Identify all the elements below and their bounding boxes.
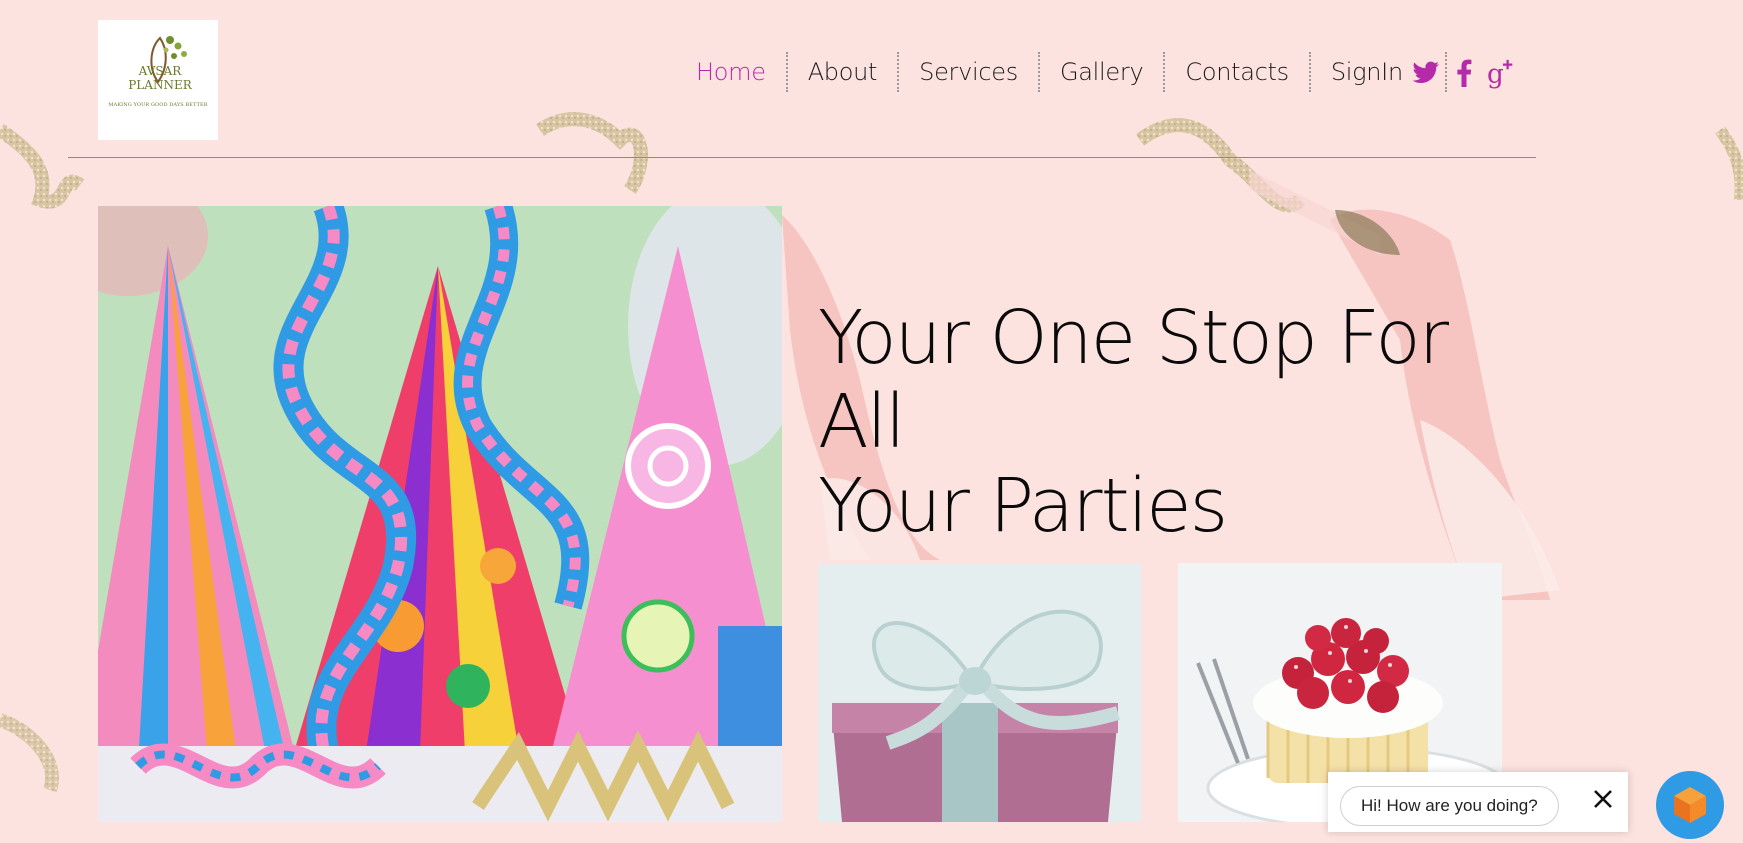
nav-home[interactable]: Home bbox=[676, 52, 786, 92]
close-icon[interactable] bbox=[1590, 786, 1616, 812]
facebook-icon[interactable] bbox=[1449, 58, 1479, 88]
nav-signin[interactable]: SignIn bbox=[1311, 52, 1423, 92]
hero-headline-line-1: Your One Stop For All bbox=[818, 295, 1449, 465]
nav-about[interactable]: About bbox=[788, 52, 897, 92]
logo-wordmark: AVSAR PLANNER bbox=[110, 64, 210, 92]
logo-tagline: MAKING YOUR GOOD DAYS BETTER bbox=[108, 102, 208, 108]
nav-contacts[interactable]: Contacts bbox=[1165, 52, 1308, 92]
hero-party-image bbox=[98, 206, 782, 822]
twitter-icon[interactable] bbox=[1411, 58, 1441, 88]
logo-line-2: PLANNER bbox=[128, 78, 192, 92]
logo[interactable]: AVSAR PLANNER MAKING YOUR GOOD DAYS BETT… bbox=[98, 20, 218, 140]
social-links: g bbox=[1411, 56, 1517, 90]
gift-box-image bbox=[818, 563, 1141, 822]
nav-services[interactable]: Services bbox=[899, 52, 1038, 92]
header-divider bbox=[68, 157, 1536, 158]
nav-gallery[interactable]: Gallery bbox=[1040, 52, 1163, 92]
cube-icon bbox=[1674, 787, 1706, 823]
chat-popup: Hi! How are you doing? bbox=[1328, 772, 1628, 832]
chat-greeting[interactable]: Hi! How are you doing? bbox=[1340, 786, 1559, 826]
svg-text:g: g bbox=[1487, 59, 1504, 89]
hero-headline-line-2: Your Parties bbox=[818, 463, 1228, 549]
chat-launcher-button[interactable] bbox=[1656, 771, 1724, 839]
logo-line-1: AVSAR bbox=[138, 64, 182, 78]
hero-headline: Your One Stop For All Your Parties bbox=[818, 296, 1538, 548]
main-nav: Home About Services Gallery Contacts Sig… bbox=[676, 52, 1447, 92]
google-plus-icon[interactable]: g bbox=[1487, 58, 1517, 89]
